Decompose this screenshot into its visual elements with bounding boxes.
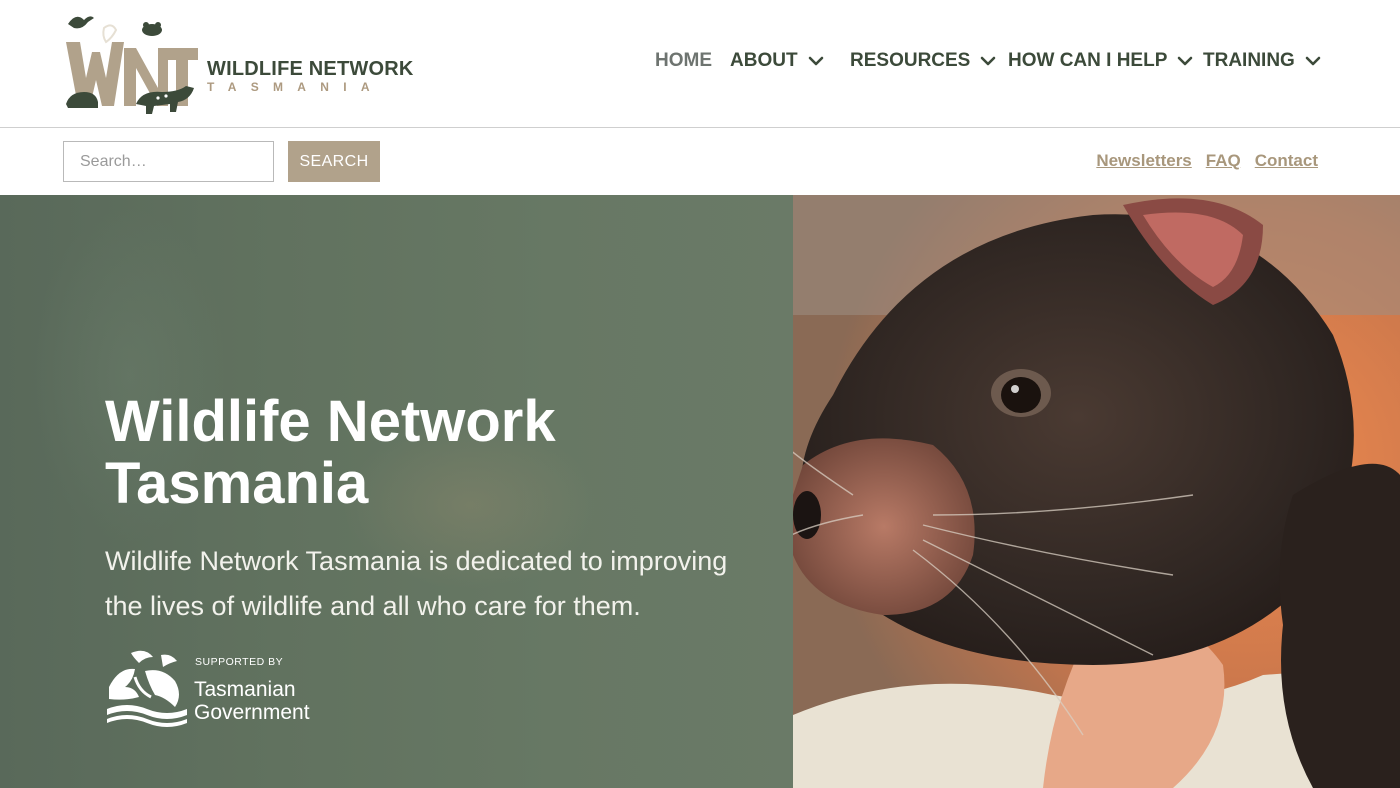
chevron-down-icon [1305,56,1321,66]
government-name-line1: Tasmanian [194,678,296,701]
hero-title: Wildlife Network Tasmania [105,389,556,516]
brand-subtitle: TASMANIA [207,80,384,94]
nav-item-label: RESOURCES [850,50,971,71]
hero-description: Wildlife Network Tasmania is dedicated t… [105,546,728,621]
chevron-down-icon [981,56,996,66]
nav-item-label: HOW CAN I HELP [1008,50,1168,71]
faq-link[interactable]: FAQ [1206,151,1241,171]
tasmanian-government-logo: SUPPORTED BY Tasmanian Government [105,647,345,729]
nav-item-home[interactable]: HOME [655,46,712,76]
site-header: WILDLIFE NETWORK TASMANIA HOME ABOUT RES… [0,0,1400,128]
search-bar: SEARCH Newsletters FAQ Contact [0,129,1400,195]
nav-item-label: TRAINING [1203,50,1295,71]
search-button[interactable]: SEARCH [288,141,380,182]
hero-section: Wildlife Network Tasmania Wildlife Netwo… [0,195,1400,788]
contact-link[interactable]: Contact [1255,151,1318,171]
nav-item-label: HOME [655,50,712,71]
chevron-down-icon [1178,56,1193,66]
nav-item-resources[interactable]: RESOURCES [850,46,996,76]
newsletters-link[interactable]: Newsletters [1096,151,1191,171]
nav-item-label: ABOUT [730,50,798,71]
search-input[interactable] [63,141,274,182]
utility-links: Newsletters FAQ Contact [1096,151,1318,171]
tasmanian-devil-photo [793,195,1400,788]
main-nav: HOME ABOUT RESOURCES HOW CAN I HELP TRAI… [0,46,1400,76]
chevron-down-icon [808,56,823,66]
nav-item-training[interactable]: TRAINING [1203,46,1321,76]
nav-item-how-can-i-help[interactable]: HOW CAN I HELP [1008,46,1193,76]
nav-item-about[interactable]: ABOUT [730,46,824,76]
supported-by-label: SUPPORTED BY [195,656,284,668]
government-name-line2: Government [194,701,310,724]
tasmanian-government-emblem-icon [107,650,187,727]
